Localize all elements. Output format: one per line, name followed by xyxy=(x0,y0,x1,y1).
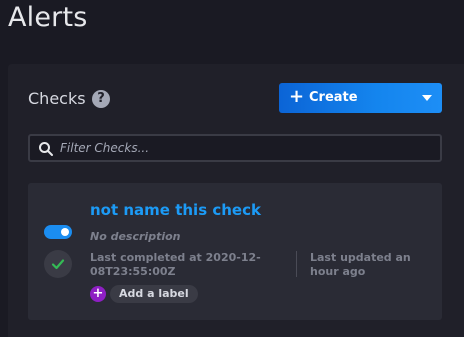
check-last-updated: Last updated an hour ago xyxy=(310,251,411,278)
check-name-link[interactable]: not name this check xyxy=(90,201,261,219)
toggle-knob xyxy=(61,228,69,236)
add-label-button[interactable]: Add a label xyxy=(110,285,198,303)
checks-panel: Checks ? + Create not name this check No… xyxy=(8,64,464,337)
caret-down-icon[interactable] xyxy=(422,95,432,101)
page-title: Alerts xyxy=(8,2,88,33)
checks-panel-title: Checks xyxy=(28,89,86,108)
check-last-completed: Last completed at 2020-12-08T23:55:00Z xyxy=(90,251,261,278)
check-description[interactable]: No description xyxy=(90,230,180,243)
meta-divider xyxy=(296,251,297,277)
check-card: not name this check No description Last … xyxy=(28,183,442,320)
create-button-label: Create xyxy=(309,90,358,105)
filter-checks-field[interactable] xyxy=(28,134,442,162)
check-enabled-toggle[interactable] xyxy=(44,225,72,239)
create-check-button[interactable]: + Create xyxy=(279,83,442,113)
question-circle-icon[interactable]: ? xyxy=(92,90,110,108)
checkmark-icon xyxy=(51,259,65,270)
check-status-indicator xyxy=(44,250,72,278)
filter-checks-input[interactable] xyxy=(60,138,430,158)
search-icon xyxy=(39,142,53,156)
plus-icon: + xyxy=(289,86,305,107)
add-label-plus-icon[interactable]: + xyxy=(90,286,106,302)
